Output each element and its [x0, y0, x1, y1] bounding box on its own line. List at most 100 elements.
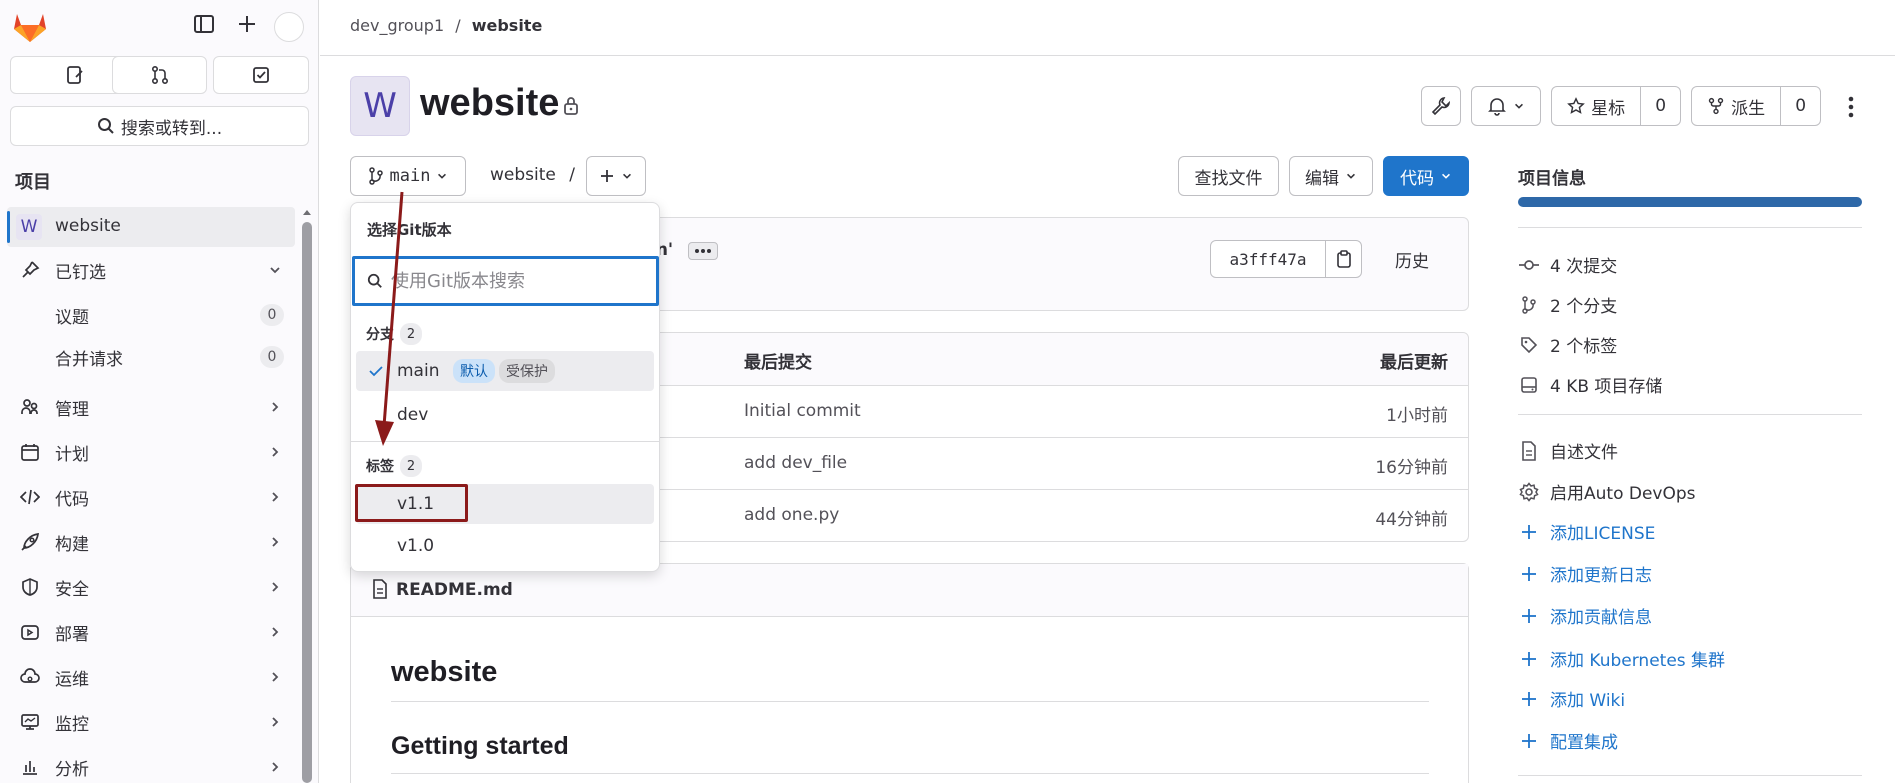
chevron-down-icon — [1442, 173, 1450, 179]
sidebar-item-manage[interactable]: 管理 — [0, 387, 300, 427]
heading-rule — [391, 773, 1429, 774]
star-button-group[interactable]: 星标 0 — [1551, 86, 1681, 126]
sidebar-item-merge-requests[interactable]: 合并请求 0 — [0, 337, 300, 377]
commit-message-link[interactable]: add one.py — [744, 505, 839, 525]
update-time: 44分钟前 — [1375, 510, 1448, 530]
readme-filename[interactable]: README.md — [396, 580, 513, 600]
sidebar-item-plan[interactable]: 计划 — [0, 432, 300, 472]
chevron-right-icon — [268, 445, 282, 459]
sidebar-scrollbar[interactable] — [302, 222, 312, 783]
path-root-link[interactable]: website — [490, 165, 556, 185]
sidebar-item-issues[interactable]: 议题 0 — [0, 295, 300, 335]
storage-icon — [1518, 376, 1540, 394]
edit-button[interactable]: 编辑 — [1289, 156, 1373, 196]
sidebar-item-pinned[interactable]: 已钉选 — [0, 250, 300, 290]
commits-stat[interactable]: 4 次提交 — [1518, 252, 1617, 277]
search-button[interactable]: 搜索或转到... — [10, 106, 309, 146]
action-label: 添加 Wiki — [1550, 691, 1626, 711]
sidebar-item-project[interactable] — [7, 207, 295, 247]
commit-message-link[interactable]: Initial commit — [744, 401, 861, 421]
auto-devops-link[interactable]: 启用Auto DevOps — [1518, 479, 1696, 504]
add-changelog-link[interactable]: 添加更新日志 — [1518, 561, 1652, 586]
file-icon — [1518, 440, 1540, 461]
sidebar-toggle-icon[interactable] — [193, 13, 215, 35]
divider — [1518, 414, 1862, 415]
commit-sha-group: a3fff47a — [1210, 240, 1362, 278]
annotation-arrow — [375, 191, 404, 446]
breadcrumb-project-link[interactable]: website — [472, 16, 543, 35]
page-title: website — [420, 82, 560, 124]
column-last-update: 最后更新 — [1380, 353, 1448, 373]
chevron-right-icon — [268, 670, 282, 684]
sidebar-item-label: 议题 — [55, 307, 89, 328]
default-badge: 默认 — [453, 359, 495, 383]
sidebar-item-monitor[interactable]: 监控 — [0, 702, 300, 742]
more-actions-icon[interactable] — [1845, 95, 1857, 119]
sidebar-item-label: 构建 — [55, 534, 89, 555]
chevron-right-icon — [268, 760, 282, 774]
tag-item-v1-0[interactable]: v1.0 — [356, 526, 654, 566]
shield-icon — [20, 577, 40, 597]
chevron-down-icon — [438, 173, 447, 179]
sidebar-item-operate[interactable]: 运维 — [0, 657, 300, 697]
branch-icon — [368, 167, 383, 185]
action-label: 自述文件 — [1550, 443, 1618, 463]
sidebar-item-build[interactable]: 构建 — [0, 522, 300, 562]
cloud-icon — [20, 667, 40, 687]
group-count: 2 — [400, 455, 422, 477]
sidebar-item-code[interactable]: 代码 — [0, 477, 300, 517]
copy-sha-button[interactable] — [1325, 241, 1361, 277]
add-license-link[interactable]: 添加LICENSE — [1518, 519, 1655, 544]
tags-stat[interactable]: 2 个标签 — [1518, 332, 1617, 357]
user-avatar[interactable] — [274, 12, 304, 42]
sidebar-item-label: 分析 — [55, 759, 89, 780]
history-button[interactable]: 历史 — [1395, 247, 1429, 272]
breadcrumb-separator: / — [455, 16, 461, 35]
merge-request-icon — [151, 65, 168, 85]
storage-stat[interactable]: 4 KB 项目存储 — [1518, 372, 1662, 397]
fork-button-group[interactable]: 派生 0 — [1691, 86, 1821, 126]
sidebar-project-name[interactable]: website — [55, 216, 121, 236]
sidebar-item-analyze[interactable]: 分析 — [0, 747, 300, 783]
language-bar — [1518, 197, 1862, 207]
ref-search-input[interactable] — [391, 270, 631, 292]
sidebar-item-label: 监控 — [55, 714, 89, 735]
find-file-button[interactable]: 查找文件 — [1178, 156, 1279, 196]
readme-link[interactable]: 自述文件 — [1518, 438, 1618, 463]
stat-label: 2 个标签 — [1550, 337, 1618, 357]
sidebar-item-label: 已钉选 — [55, 262, 106, 283]
count-badge: 0 — [260, 346, 284, 368]
todo-check-icon — [253, 67, 269, 83]
configure-integrations-link[interactable]: 配置集成 — [1518, 728, 1618, 753]
commit-sha[interactable]: a3fff47a — [1211, 241, 1325, 277]
fork-button[interactable]: 派生 — [1692, 87, 1780, 125]
branches-stat[interactable]: 2 个分支 — [1518, 292, 1617, 317]
todo-button[interactable] — [213, 56, 309, 94]
sidebar-item-deploy[interactable]: 部署 — [0, 612, 300, 652]
star-count[interactable]: 0 — [1640, 87, 1680, 125]
fork-count[interactable]: 0 — [1780, 87, 1820, 125]
users-icon — [20, 397, 40, 417]
add-kubernetes-link[interactable]: 添加 Kubernetes 集群 — [1518, 646, 1725, 671]
scroll-up-icon[interactable] — [302, 208, 312, 216]
notification-button[interactable] — [1471, 86, 1541, 126]
gitlab-logo-icon[interactable] — [12, 10, 48, 44]
add-wiki-link[interactable]: 添加 Wiki — [1518, 686, 1625, 711]
new-plus-icon[interactable] — [236, 13, 258, 35]
add-to-tree-button[interactable] — [586, 156, 646, 196]
plus-icon — [1518, 691, 1540, 707]
add-contributing-link[interactable]: 添加贡献信息 — [1518, 603, 1652, 628]
code-button[interactable]: 代码 — [1383, 156, 1469, 196]
expand-commit-button[interactable] — [688, 242, 718, 260]
settings-button[interactable] — [1421, 86, 1461, 126]
sidebar-item-label: 运维 — [55, 669, 89, 690]
rocket-icon — [20, 532, 40, 552]
sidebar-item-security[interactable]: 安全 — [0, 567, 300, 607]
commit-icon — [1518, 259, 1540, 271]
merge-requests-button[interactable] — [112, 56, 207, 94]
commit-message-link[interactable]: add dev_file — [744, 453, 847, 473]
breadcrumb-group-link[interactable]: dev_group1 — [350, 16, 444, 35]
plus-icon — [1518, 733, 1540, 749]
star-button[interactable]: 星标 — [1552, 87, 1640, 125]
clipboard-icon — [1336, 250, 1351, 268]
